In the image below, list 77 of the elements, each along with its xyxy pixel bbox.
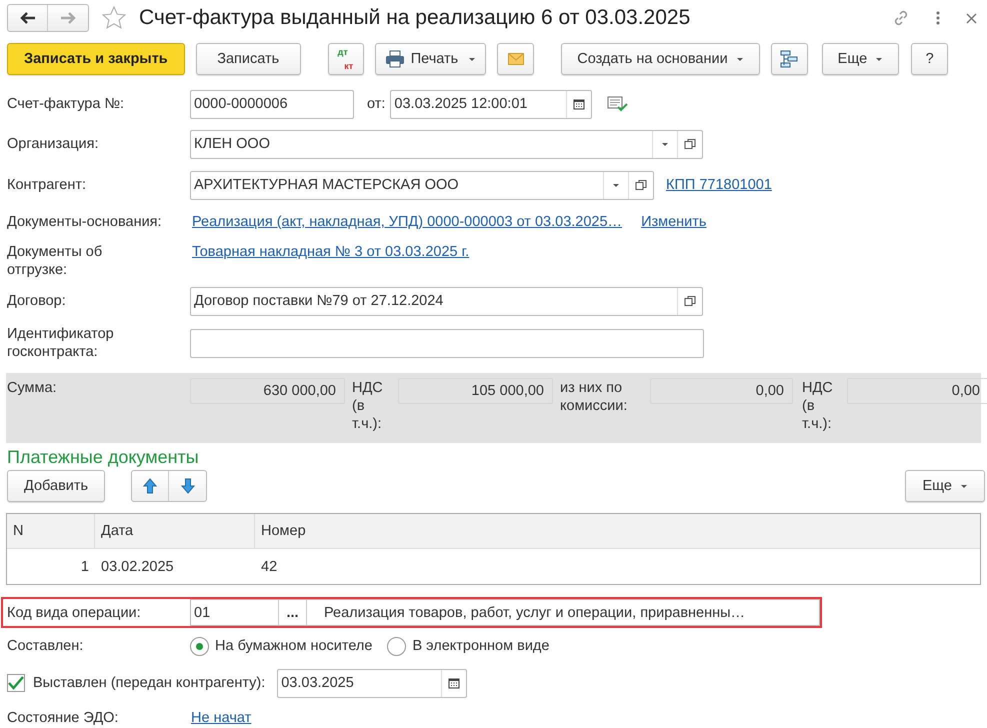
field-label: Договор:: [6, 292, 67, 310]
window-title: Счет-фактура выданный на реализацию 6 от 03.03.2025: [139, 9, 690, 27]
table-cell-text: 03.02.2025: [100, 558, 175, 576]
open-window-icon: [635, 179, 647, 191]
dropdown-button[interactable]: Создать на основании: [561, 43, 760, 75]
dropdown-button[interactable]: Еще: [822, 43, 900, 75]
counterparty-field[interactable]: АРХИТЕКТУРНАЯ МАСТЕРСКАЯ ООО: [190, 170, 654, 200]
link-icon: [892, 9, 910, 27]
caret-icon: [661, 142, 669, 146]
more-icon: [936, 11, 940, 25]
column-header[interactable]: Дата: [95, 514, 255, 548]
total-value: 630 000,00: [190, 378, 345, 404]
table-cell-text: 1: [80, 558, 90, 576]
hierarchy-icon: [780, 50, 798, 68]
total-label: НДС (в т.ч.):: [802, 379, 834, 433]
caret-icon: [875, 56, 884, 62]
field-label: от:: [367, 95, 386, 113]
total-value: 105 000,00: [398, 378, 553, 404]
document-check-icon: [607, 95, 630, 113]
link[interactable]: Товарная накладная № 3 от 03.03.2025 г.: [192, 243, 470, 261]
structure-button[interactable]: [770, 43, 808, 75]
back-arrow-icon: [20, 12, 36, 24]
field-label: Составлен:: [6, 637, 84, 655]
total-label: Сумма:: [6, 379, 58, 397]
down-arrow-icon: [180, 478, 195, 494]
link[interactable]: КПП 771801001: [666, 176, 772, 194]
toolbar-button[interactable]: Записать: [196, 43, 301, 75]
contract-field[interactable]: Договор поставки №79 от 27.12.2024: [190, 286, 703, 316]
field-label: Контрагент:: [6, 176, 87, 194]
date-field[interactable]: 03.03.2025 12:00:01: [390, 90, 592, 118]
field-label: Организация:: [6, 135, 100, 153]
field-label: Документы об отгрузке:: [6, 243, 104, 279]
close-icon: [966, 12, 977, 24]
radio-option[interactable]: На бумажном носителе: [190, 636, 372, 656]
organization-field[interactable]: КЛЕН ООО: [190, 130, 703, 158]
caret-icon: [736, 56, 744, 62]
column-header[interactable]: N: [7, 514, 95, 548]
open-window-icon: [684, 295, 696, 307]
more-button[interactable]: Еще: [905, 470, 985, 502]
add-button[interactable]: Добавить: [7, 470, 106, 502]
forward-arrow-icon: [60, 12, 76, 24]
open-window-icon: [684, 138, 696, 150]
print-button[interactable]: Печать: [374, 43, 486, 75]
toolbar-button[interactable]: ?: [911, 43, 948, 75]
number-field[interactable]: 0000-0000006: [190, 90, 354, 118]
radio-option[interactable]: В электронном виде: [387, 636, 550, 656]
field-label: Состояние ЭДО:: [6, 709, 120, 727]
calendar-icon: [448, 677, 460, 689]
field-label: Код вида операции:: [6, 604, 142, 622]
field-label: Идентификатор госконтракта:: [6, 325, 115, 361]
column-header[interactable]: Номер: [255, 514, 980, 548]
link[interactable]: Реализация (акт, накладная, УПД) 0000-000003 от 03.03.2025…: [192, 213, 622, 231]
total-label: НДС (в т.ч.):: [352, 379, 384, 433]
checkbox[interactable]: Выставлен (передан контрагенту):: [0, 674, 266, 692]
envelope-icon: [508, 53, 524, 65]
star-icon: [101, 5, 127, 31]
caret-icon: [960, 484, 968, 488]
text-field[interactable]: [190, 328, 704, 358]
printer-icon: [384, 50, 405, 68]
up-arrow-icon: [143, 478, 158, 494]
section-heading: Платежные документы: [7, 448, 200, 466]
link[interactable]: Изменить: [641, 213, 706, 231]
total-value: 0,00: [847, 378, 987, 404]
date-field[interactable]: 03.03.2025: [277, 668, 468, 698]
operation-code-field[interactable]: 01 ... Реализация товаров, работ, услуг и операции, приравненны…: [190, 599, 820, 626]
field-label: Счет-фактура №:: [6, 95, 126, 113]
caret-icon: [468, 56, 476, 62]
table-cell-text: 42: [260, 558, 278, 576]
caret-icon: [612, 182, 620, 188]
save-and-close-button[interactable]: Записать и закрыть: [7, 43, 185, 75]
calendar-icon: [573, 98, 586, 110]
field-label: Документы-основания:: [6, 213, 163, 231]
link[interactable]: Не начат: [191, 709, 252, 727]
checkmark-icon: [8, 676, 24, 690]
debit-credit-button[interactable]: дт кт: [328, 43, 364, 75]
total-label: из них по комиссии:: [560, 379, 628, 415]
total-value: 0,00: [650, 378, 793, 404]
